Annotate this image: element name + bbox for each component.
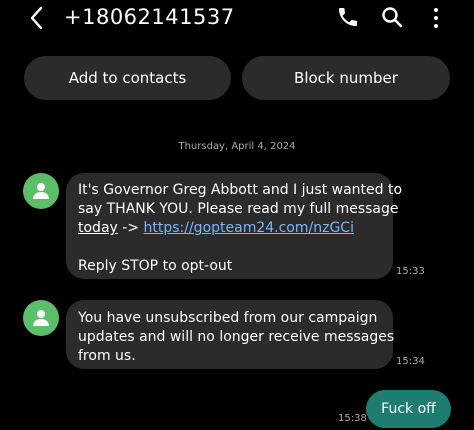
person-icon <box>33 310 49 326</box>
message-arrow: -> <box>117 220 144 236</box>
add-to-contacts-button[interactable]: Add to contacts <box>24 56 231 100</box>
message-text-line: It's Governor Greg Abbott and I just wan… <box>78 182 403 198</box>
more-vertical-icon[interactable] <box>428 6 444 30</box>
contact-number: +18062141537 <box>64 5 235 29</box>
message-text-line: today -> https://gopteam24.com/nzGCi <box>78 219 381 238</box>
today-link[interactable]: today <box>78 220 118 236</box>
message-text-line: You have unsubscribed from our campaign <box>78 310 378 326</box>
phone-icon[interactable] <box>336 5 360 29</box>
search-icon[interactable] <box>380 5 404 29</box>
sender-avatar[interactable] <box>23 300 59 336</box>
sender-avatar[interactable] <box>23 173 59 209</box>
incoming-message-bubble[interactable]: You have unsubscribed from our campaign … <box>66 300 395 369</box>
back-arrow-icon[interactable] <box>26 5 48 31</box>
message-url-link[interactable]: https://gopteam24.com/nzGCi <box>144 220 354 236</box>
date-divider: Thursday, April 4, 2024 <box>178 141 296 152</box>
message-timestamp: 15:34 <box>396 356 425 367</box>
message-text-line: Reply STOP to opt-out <box>78 258 233 274</box>
message-text-line: say THANK YOU. Please read my full messa… <box>78 201 399 217</box>
top-app-bar: +18062141537 <box>0 0 474 40</box>
message-text-line: updates and will no longer receive messa… <box>78 329 395 345</box>
incoming-message-bubble[interactable]: It's Governor Greg Abbott and I just wan… <box>66 173 403 279</box>
message-timestamp: 15:38 <box>338 413 367 424</box>
outgoing-message-bubble[interactable]: Fuck off <box>366 390 451 428</box>
person-icon <box>33 183 49 199</box>
block-number-button[interactable]: Block number <box>242 56 450 100</box>
message-text-line: from us. <box>78 348 136 364</box>
message-timestamp: 15:33 <box>396 266 425 277</box>
